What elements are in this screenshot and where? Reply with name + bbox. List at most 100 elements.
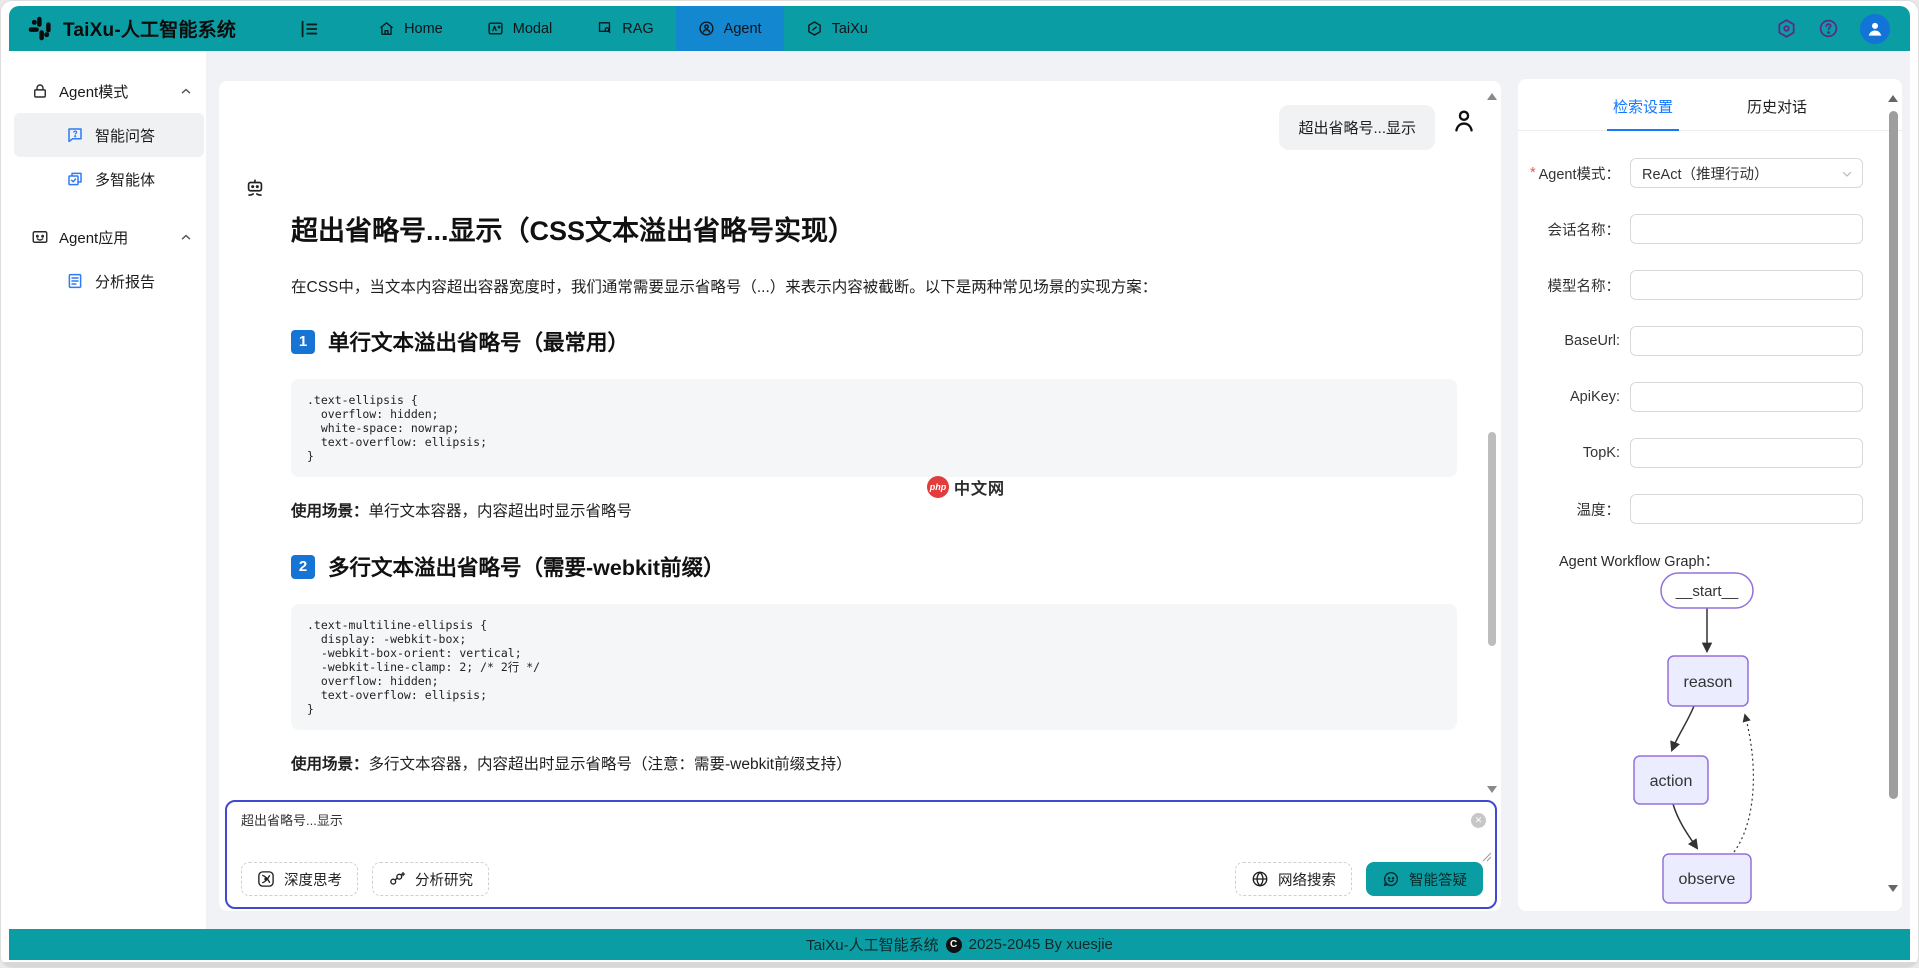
panel-tabs: 检索设置 历史对话 [1518,79,1902,131]
edge-reason-action [1672,706,1694,750]
field-label: ApiKey: [1570,389,1620,405]
user-avatar[interactable] [1860,14,1890,44]
web-search-button[interactable]: 网络搜索 [1235,862,1352,896]
node-observe-label: observe [1679,871,1736,888]
field-api-key: ApiKey: [1518,382,1902,412]
required-mark: * [1530,165,1536,181]
id-card-icon [31,228,49,246]
nav-item-label: Home [404,21,443,37]
window-bottom-edge [1,962,1918,967]
sidebar-item-smart-qa[interactable]: 智能问答 [14,113,204,157]
modal-icon [487,20,504,37]
nav-item-agent[interactable]: Agent [676,6,784,51]
field-label: 会话名称： [1548,219,1621,240]
deep-think-button[interactable]: 深度思考 [241,862,358,896]
scroll-down-arrow[interactable] [1487,786,1497,793]
field-label: Agent模式： [1539,163,1620,184]
section-number-badge: 1 [291,330,315,354]
scrollbar-thumb[interactable] [1488,432,1496,646]
avatar-person-icon [1865,19,1885,39]
footer-copyright: 2025-2045 By xuesjie [969,936,1113,953]
model-name-input[interactable] [1630,270,1863,300]
web-search-label: 网络搜索 [1278,869,1336,890]
nav-item-modal[interactable]: Modal [465,6,575,51]
sidebar-item-label: 智能问答 [95,125,155,146]
top-k-input[interactable] [1630,438,1863,468]
scroll-up-arrow[interactable] [1487,93,1497,100]
assistant-message: 超出省略号...显示（CSS文本溢出省略号实现） 在CSS中，当文本内容超出容器… [291,199,1457,835]
agent-mode-value: ReAct（推理行动） [1642,163,1769,184]
rag-icon [596,20,613,37]
scroll-up-arrow[interactable] [1888,95,1898,102]
user-icon [1450,107,1478,135]
help-icon[interactable] [1818,18,1839,39]
message-input[interactable]: 超出省略号...显示 [241,810,1461,854]
field-label: BaseUrl: [1564,333,1620,349]
session-name-input[interactable] [1630,214,1863,244]
field-model-name: 模型名称： [1518,270,1902,300]
chevron-down-icon [1841,168,1853,180]
nav-item-home[interactable]: Home [356,6,465,51]
settings-form: * Agent模式： ReAct（推理行动） 会话名称： 模型名称： Ba [1518,131,1902,524]
nav-item-rag[interactable]: RAG [574,6,675,51]
footer-brand: TaiXu-人工智能系统 [806,934,939,955]
clear-input-icon[interactable]: ✕ [1471,813,1486,828]
field-top-k: TopK: [1518,438,1902,468]
app-window: TaiXu-人工智能系统 Home Modal RAG Agent [0,0,1919,968]
panel-scrollbar[interactable] [1888,91,1899,911]
main-nav: Home Modal RAG Agent TaiXu [356,6,890,51]
node-reason-label: reason [1684,674,1733,691]
scrollbar-thumb[interactable] [1889,111,1898,799]
api-key-input[interactable] [1630,382,1863,412]
lock-icon [31,82,49,100]
message-composer: 超出省略号...显示 ✕ 深度思考 分析研究 网络搜索 智能答疑 [225,800,1497,909]
nav-item-label: Agent [724,21,762,37]
app-logo-icon [27,15,54,42]
tab-retrieval-settings[interactable]: 检索设置 [1607,96,1679,131]
section-1-heading: 1 单行文本溢出省略号（最常用） [291,326,1457,357]
section-1-title: 单行文本溢出省略号（最常用） [328,326,629,357]
agent-workflow-graph: __start__ reason action observe [1588,567,1838,911]
sidebar-item-label: 分析报告 [95,271,155,292]
navbar-actions [1776,14,1890,44]
field-label: 模型名称： [1548,275,1621,296]
assistant-robot-icon [244,177,266,199]
resize-handle-icon[interactable] [1482,852,1492,862]
code-block-multiline-ellipsis: .text-multiline-ellipsis { display: -web… [291,604,1457,730]
app-body: Agent模式 智能问答 多智能体 Agent应用 分析报告 [9,51,1910,929]
menu-fold-icon[interactable] [298,18,320,40]
usage-note-2: 使用场景：多行文本容器，内容超出时显示省略号（注意：需要-webkit前缀支持） [291,752,1457,774]
scroll-down-arrow[interactable] [1888,885,1898,892]
chat-area: 超出省略号...显示 超出省略号...显示（CSS文本溢出省略号实现） 在CSS… [219,81,1501,911]
edge-action-observe [1673,804,1697,848]
user-message-bubble: 超出省略号...显示 [1279,105,1435,150]
section-2-heading: 2 多行文本溢出省略号（需要-webkit前缀） [291,551,1457,582]
field-base-url: BaseUrl: [1518,326,1902,356]
nav-item-label: TaiXu [832,21,868,37]
sidebar-group-agent-mode[interactable]: Agent模式 [9,69,206,113]
research-label: 分析研究 [415,869,473,890]
nav-item-taixu[interactable]: TaiXu [784,6,890,51]
sidebar-item-analysis-report[interactable]: 分析报告 [9,259,206,303]
sidebar: Agent模式 智能问答 多智能体 Agent应用 分析报告 [9,51,206,929]
agent-mode-select[interactable]: ReAct（推理行动） [1630,158,1863,188]
node-start-label: __start__ [1675,583,1739,600]
copyright-icon: C [946,937,962,953]
settings-icon[interactable] [1776,18,1797,39]
sidebar-item-label: 多智能体 [95,169,155,190]
field-label: TopK: [1583,445,1620,461]
temperature-input[interactable] [1630,494,1863,524]
node-action-label: action [1650,773,1693,790]
deep-think-label: 深度思考 [284,869,342,890]
sidebar-group-agent-apps[interactable]: Agent应用 [9,215,206,259]
code-block-single-line-ellipsis: .text-ellipsis { overflow: hidden; white… [291,379,1457,477]
smart-qa-button[interactable]: 智能答疑 [1366,862,1483,896]
sidebar-item-multi-agent[interactable]: 多智能体 [9,157,206,201]
chat-scrollbar[interactable] [1486,89,1498,911]
report-icon [66,272,84,290]
php-logo-icon: php [927,476,949,498]
globe-icon [1251,870,1269,888]
research-button[interactable]: 分析研究 [372,862,489,896]
tab-history-dialogs[interactable]: 历史对话 [1741,96,1813,130]
base-url-input[interactable] [1630,326,1863,356]
